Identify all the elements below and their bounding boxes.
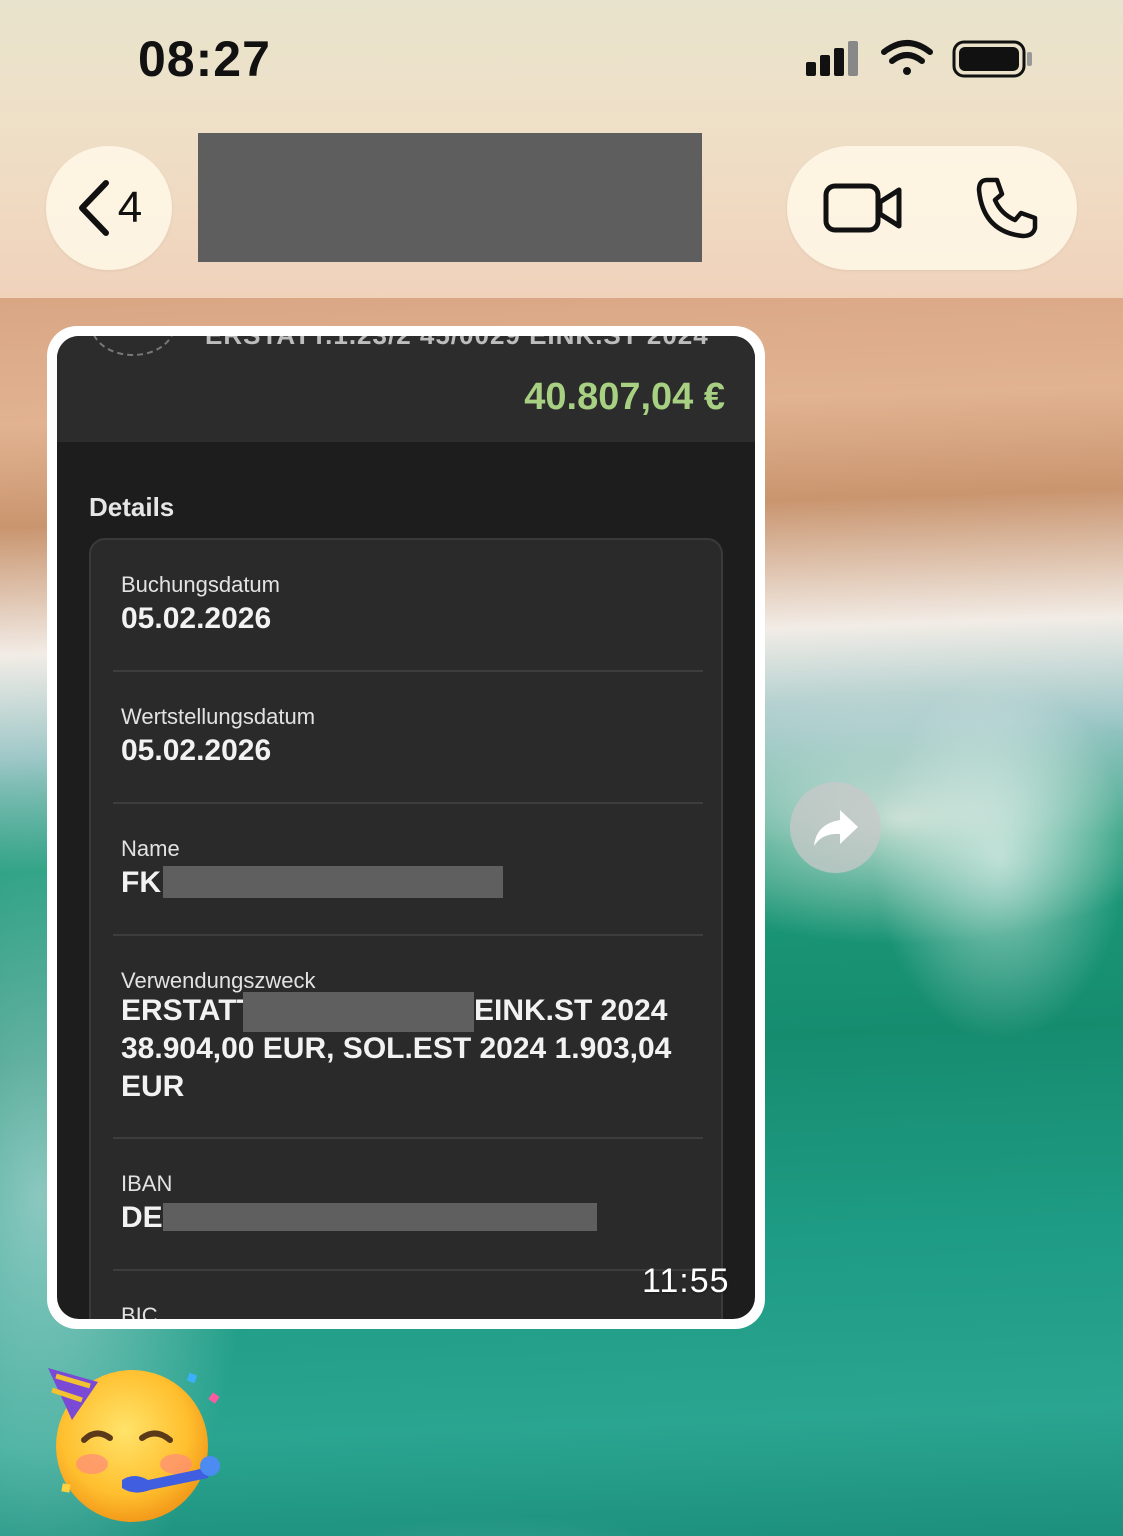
partying-face-emoji[interactable] [38, 1354, 228, 1524]
video-camera-icon[interactable] [823, 180, 903, 236]
contact-name-redacted[interactable] [198, 133, 702, 262]
field-label: Buchungsdatum [121, 572, 280, 597]
cut-reference-text: ERSTATT.1.23/2 45/0029 EINK.ST 2024 [205, 336, 709, 351]
wifi-icon [881, 40, 933, 75]
divider [113, 1137, 703, 1139]
forward-arrow-icon [813, 809, 858, 846]
field-value: 05.02.2026 [121, 602, 272, 635]
details-title: Details [89, 492, 175, 522]
divider [113, 1269, 703, 1271]
field-label: IBAN [121, 1171, 173, 1196]
bank-screenshot: ERSTATT.1.23/2 45/0029 EINK.ST 2024 40.8… [57, 336, 755, 1319]
chat-header: 08:27 4 [0, 0, 1123, 298]
reference-redacted [243, 992, 474, 1032]
field-value: DE [121, 1201, 163, 1234]
merchant-logo [91, 336, 175, 356]
name-redacted [163, 866, 503, 898]
cellular-signal-icon [806, 41, 858, 76]
unread-count: 4 [117, 183, 143, 232]
chevron-left-icon [78, 180, 109, 236]
field-label: Verwendungszweck [121, 968, 316, 993]
details-card: Buchungsdatum 05.02.2026 Wertstellungsda… [89, 538, 723, 1319]
battery-icon [952, 40, 1032, 78]
divider [113, 934, 703, 936]
message-time: 11:55 [642, 1262, 730, 1300]
divider [113, 670, 703, 672]
iban-redacted [163, 1203, 597, 1231]
field-label: BIC [121, 1303, 158, 1319]
field-value-line2: 38.904,00 EUR, SOL.EST 2024 1.903,04 [121, 1032, 672, 1065]
back-button[interactable]: 4 [46, 146, 172, 270]
status-time: 08:27 [138, 31, 271, 87]
field-label: Wertstellungsdatum [121, 704, 316, 729]
field-value-line1-start: ERSTATT. [121, 994, 260, 1027]
phone-icon[interactable] [975, 176, 1039, 240]
call-actions [787, 146, 1077, 270]
field-value: FK [121, 866, 161, 899]
field-value-line1-end: EINK.ST 2024 [474, 994, 668, 1027]
status-icons [806, 40, 1032, 78]
field-value: 05.02.2026 [121, 734, 272, 767]
field-value-line3: EUR [121, 1070, 185, 1103]
forward-button[interactable] [790, 782, 881, 873]
transaction-header: ERSTATT.1.23/2 45/0029 EINK.ST 2024 40.8… [57, 336, 755, 442]
divider [113, 802, 703, 804]
transaction-amount: 40.807,04 € [524, 376, 725, 418]
image-message-bubble[interactable]: ERSTATT.1.23/2 45/0029 EINK.ST 2024 40.8… [47, 326, 765, 1329]
field-label: Name [121, 836, 180, 861]
